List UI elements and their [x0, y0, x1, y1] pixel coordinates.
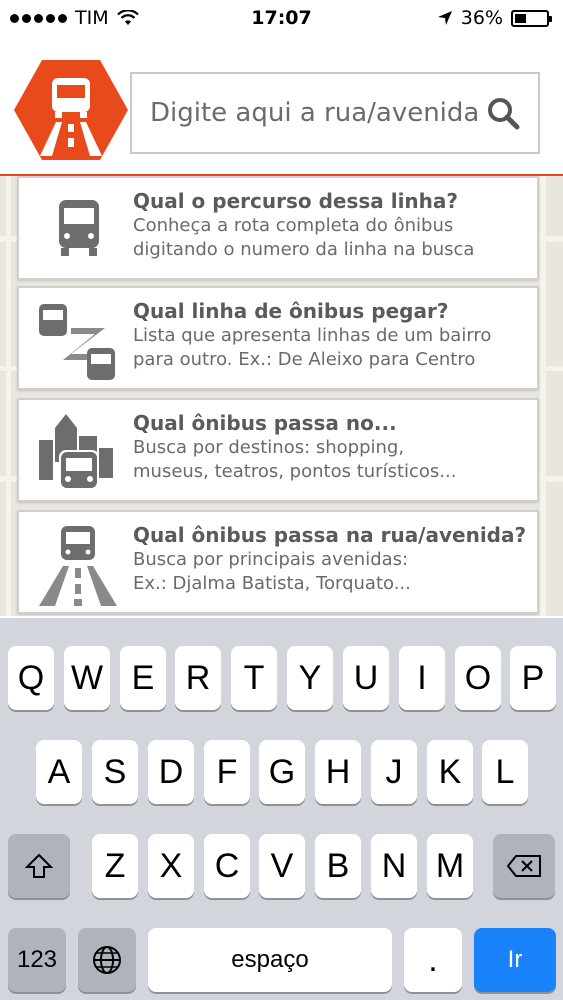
- key-f[interactable]: F: [204, 740, 250, 804]
- search-box[interactable]: [130, 72, 540, 154]
- key-d[interactable]: D: [148, 740, 194, 804]
- key-v[interactable]: V: [259, 834, 305, 898]
- shift-arrow-icon: [25, 853, 53, 878]
- backspace-icon: [506, 855, 541, 877]
- card-description-line-1: Busca por destinos: shopping,: [133, 437, 405, 458]
- card-route-by-line[interactable]: Qual o percurso dessa linha? Conheça a r…: [17, 176, 539, 280]
- bus-road-icon: [39, 526, 117, 606]
- card-bus-destinations[interactable]: Qual ônibus passa no... Busca por destin…: [17, 398, 539, 502]
- card-description-line-1: Busca por principais avenidas:: [133, 549, 409, 570]
- key-w[interactable]: W: [64, 646, 110, 710]
- key-k[interactable]: K: [427, 740, 473, 804]
- signal-strength-icon: [10, 13, 67, 23]
- wifi-icon: [116, 10, 139, 25]
- app-header: [0, 36, 563, 176]
- card-title: Qual linha de ônibus pegar?: [133, 299, 449, 323]
- card-which-line[interactable]: Qual linha de ônibus pegar? Lista que ap…: [17, 286, 539, 390]
- key-u[interactable]: U: [343, 646, 389, 710]
- search-input[interactable]: [150, 98, 486, 128]
- app-logo-bus-icon[interactable]: [12, 58, 130, 162]
- key-o[interactable]: O: [455, 646, 501, 710]
- battery-percent: 36%: [460, 7, 503, 29]
- numbers-key[interactable]: 123: [8, 928, 66, 992]
- key-b[interactable]: B: [315, 834, 361, 898]
- key-q[interactable]: Q: [8, 646, 54, 710]
- key-t[interactable]: T: [231, 646, 277, 710]
- key-n[interactable]: N: [371, 834, 417, 898]
- onscreen-keyboard: Q W E R T Y U I O P A S D F G H J K L Z …: [0, 618, 563, 1000]
- key-e[interactable]: E: [120, 646, 166, 710]
- shift-key[interactable]: [8, 834, 70, 898]
- key-l[interactable]: L: [482, 740, 528, 804]
- key-c[interactable]: C: [204, 834, 250, 898]
- key-r[interactable]: R: [175, 646, 221, 710]
- key-y[interactable]: Y: [287, 646, 333, 710]
- globe-icon: [93, 946, 121, 974]
- period-key[interactable]: .: [404, 928, 462, 992]
- key-a[interactable]: A: [36, 740, 82, 804]
- key-p[interactable]: P: [510, 646, 556, 710]
- clock: 17:07: [251, 7, 312, 29]
- card-title: Qual o percurso dessa linha?: [133, 189, 458, 213]
- key-s[interactable]: S: [92, 740, 138, 804]
- go-key[interactable]: Ir: [474, 928, 556, 992]
- key-m[interactable]: M: [427, 834, 473, 898]
- card-bus-by-avenue[interactable]: Qual ônibus passa na rua/avenida? Busca …: [17, 510, 539, 614]
- card-description-line-2: museus, teatros, pontos turísticos...: [133, 461, 457, 482]
- bus-route-icon: [39, 304, 115, 380]
- bus-icon: [59, 200, 99, 256]
- card-title: Qual ônibus passa no...: [133, 411, 397, 435]
- card-description-line-2: digitando o numero da linha na busca: [133, 239, 475, 260]
- search-icon[interactable]: [486, 96, 520, 130]
- card-description-line-1: Conheça a rota completa do ônibus: [133, 215, 454, 236]
- carrier-label: TIM: [75, 7, 109, 29]
- card-description-line-1: Lista que apresenta linhas de um bairro: [133, 325, 492, 346]
- key-z[interactable]: Z: [92, 834, 138, 898]
- city-bus-icon: [39, 414, 113, 490]
- card-description-line-2: Ex.: Djalma Batista, Torquato...: [133, 573, 411, 594]
- card-title: Qual ônibus passa na rua/avenida?: [133, 523, 527, 547]
- globe-key[interactable]: [78, 928, 136, 992]
- key-i[interactable]: I: [399, 646, 445, 710]
- battery-icon: [511, 9, 552, 27]
- location-arrow-icon: [437, 11, 452, 25]
- space-key[interactable]: espaço: [148, 928, 392, 992]
- status-bar: TIM 17:07 36%: [0, 0, 563, 36]
- key-h[interactable]: H: [315, 740, 361, 804]
- key-g[interactable]: G: [259, 740, 305, 804]
- card-description-line-2: para outro. Ex.: De Aleixo para Centro: [133, 349, 476, 370]
- key-j[interactable]: J: [371, 740, 417, 804]
- backspace-key[interactable]: [493, 834, 555, 898]
- key-x[interactable]: X: [148, 834, 194, 898]
